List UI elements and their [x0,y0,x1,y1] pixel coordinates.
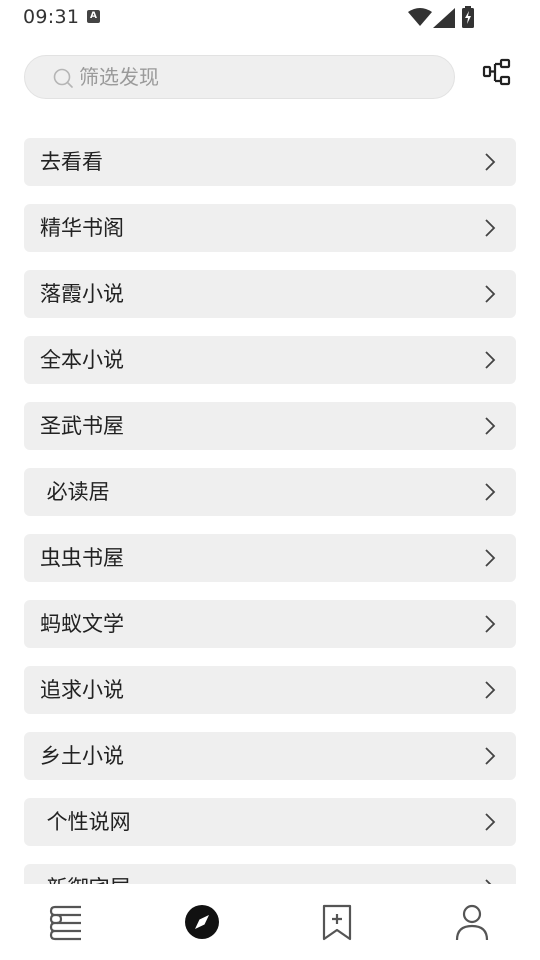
list-item-label: 个性说网 [40,810,131,834]
list-item-label: 蚂蚁文学 [40,612,124,636]
signal-icon [433,8,455,28]
status-time: 09:31 [23,6,80,28]
chevron-right-icon [485,615,496,633]
list-item-label: 精华书阁 [40,216,124,240]
list-item-label: 新御宅屋 [40,864,131,884]
list-item-label: 落霞小说 [40,282,124,306]
source-list: 去看看 精华书阁 落霞小说 全本小说 圣武书屋 必读居 虫虫书屋 蚂蚁文学 追求… [24,138,516,884]
list-item-label: 去看看 [40,150,103,174]
bookshelf-icon[interactable] [47,902,87,942]
list-item-label: 虫虫书屋 [40,546,124,570]
list-item-label: 圣武书屋 [40,414,124,438]
chevron-right-icon [485,681,496,699]
chevron-right-icon [485,285,496,303]
chevron-right-icon [485,351,496,369]
list-item[interactable]: 蚂蚁文学 [24,600,516,648]
list-item[interactable]: 乡土小说 [24,732,516,780]
search-input[interactable] [79,56,439,98]
battery-charging-icon [462,6,474,28]
list-item[interactable]: 个性说网 [24,798,516,846]
list-item[interactable]: 落霞小说 [24,270,516,318]
list-item[interactable]: 全本小说 [24,336,516,384]
chevron-right-icon [485,219,496,237]
bottom-navigation [0,884,540,960]
list-item[interactable]: 圣武书屋 [24,402,516,450]
list-item[interactable]: 追求小说 [24,666,516,714]
list-item[interactable]: 虫虫书屋 [24,534,516,582]
list-item-label: 全本小说 [40,348,124,372]
list-item[interactable]: 新御宅屋 [24,864,516,884]
bookmark-add-icon[interactable] [317,902,357,942]
notification-a-icon: A [87,10,100,23]
discover-screen: 09:31 A 去看看 [0,0,540,960]
list-item-label: 乡土小说 [40,744,124,768]
search-bar[interactable] [24,55,455,99]
chevron-right-icon [485,417,496,435]
chevron-right-icon [485,153,496,171]
list-item[interactable]: 精华书阁 [24,204,516,252]
chevron-right-icon [485,747,496,765]
list-item[interactable]: 去看看 [24,138,516,186]
chevron-right-icon [485,549,496,567]
chevron-right-icon [485,813,496,831]
status-bar: 09:31 A [0,0,540,34]
user-icon[interactable] [452,902,492,942]
wifi-icon [408,8,432,26]
category-tree-icon[interactable] [482,58,514,90]
list-item-label: 追求小说 [40,678,124,702]
chevron-right-icon [485,483,496,501]
list-item-label: 必读居 [40,480,110,504]
search-icon [53,68,73,88]
list-item[interactable]: 必读居 [24,468,516,516]
compass-icon[interactable] [182,902,222,942]
